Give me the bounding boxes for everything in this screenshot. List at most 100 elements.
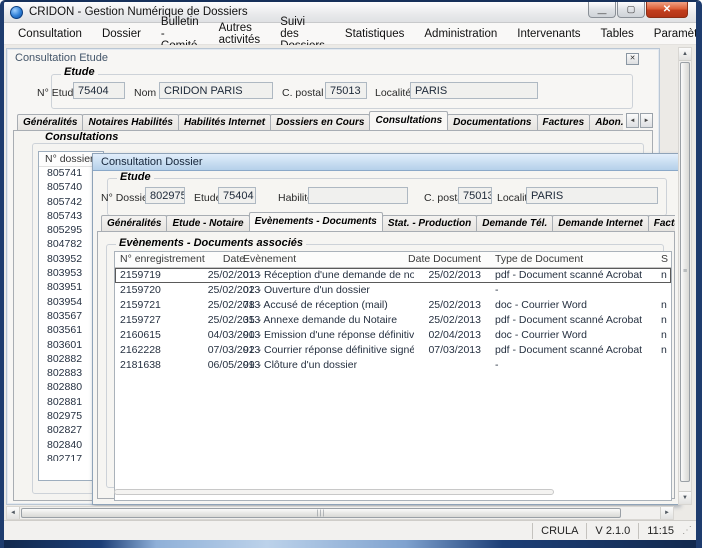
dossier-tab[interactable]: Généralités	[101, 215, 167, 231]
menu-item[interactable]: Tables	[591, 25, 644, 43]
scroll-left-icon: ◄	[10, 510, 16, 516]
events-table-header[interactable]: N° enregistrement Date Evènement Date Do…	[115, 252, 671, 268]
menu-item[interactable]: Autres activités	[209, 19, 271, 49]
cell-evenement: 01 - Réception d'une demande de notaire	[242, 269, 414, 281]
minimize-button[interactable]: —	[588, 2, 616, 18]
dossier-tab[interactable]: Demande Internet	[552, 215, 648, 231]
cell-num-enregistrement: 2159721	[120, 299, 205, 311]
consultations-group-legend: Consultations	[42, 131, 121, 143]
events-table: N° enregistrement Date Evènement Date Do…	[114, 251, 672, 501]
consultation-dossier-window: Consultation Dossier Etude N° Dossier 80…	[92, 153, 680, 505]
main-vertical-scrollbar[interactable]: ▲ ≡ ▼	[678, 47, 692, 505]
dossier-tab[interactable]: Stat. - Production	[382, 215, 477, 231]
vertical-scrollbar-thumb[interactable]: ≡	[680, 62, 690, 482]
main-window: CRIDON - Gestion Numérique de Dossiers —…	[0, 0, 702, 548]
dossier-localite-field[interactable]: PARIS	[526, 187, 658, 204]
etude-tab[interactable]: Généralités	[17, 114, 83, 130]
tab-scroll-right-button[interactable]: ►	[640, 113, 653, 128]
etude-localite-field[interactable]: PARIS	[410, 82, 538, 99]
cell-type-document: -	[495, 284, 643, 296]
col-header-clipped[interactable]: S	[645, 253, 672, 265]
table-row[interactable]: 2159720 25/02/2013 02 - Ouverture d'un d…	[115, 283, 671, 298]
dossier-tab-strip: GénéralitésEtude - NotaireEvènements - D…	[101, 212, 675, 231]
child-close-icon: ✕	[630, 55, 636, 62]
maximize-icon: ▢	[627, 4, 636, 15]
cell-date-document: 25/02/2013	[405, 269, 481, 281]
table-row[interactable]: 2181638 06/05/2013 99 - Clôture d'un dos…	[115, 358, 671, 373]
menu-item[interactable]: Statistiques	[335, 25, 414, 43]
thumb-grip-icon: |||	[317, 510, 325, 517]
table-row[interactable]: 2160615 04/03/2013 90 - Emission d'une r…	[115, 328, 671, 343]
cell-num-enregistrement: 2181638	[120, 359, 205, 371]
cell-num-enregistrement: 2162228	[120, 344, 205, 356]
col-header[interactable]: Date Document	[405, 253, 481, 265]
menu-item[interactable]: Paramètres	[644, 25, 702, 43]
etude-tab[interactable]: Abon. & Cpt	[589, 114, 623, 130]
etude-close-button[interactable]: ✕	[626, 53, 639, 65]
table-row[interactable]: 2162228 07/03/2013 92 - Courrier réponse…	[115, 343, 671, 358]
app-icon	[10, 6, 23, 19]
etude-localite-label: Localité	[375, 87, 411, 99]
cell-date-document: 02/04/2013	[405, 329, 481, 341]
maximize-button[interactable]: ▢	[617, 2, 645, 18]
cell-type-document: pdf - Document scanné Acrobat	[495, 269, 643, 281]
dossier-horizontal-scrollbar[interactable]	[114, 489, 554, 495]
menu-bar: ConsultationDossierBulletin - ComitéAutr…	[4, 23, 696, 45]
tab-scroll-left-button[interactable]: ◄	[626, 113, 639, 128]
events-group-legend: Evènements - Documents associés	[116, 237, 306, 249]
horizontal-scrollbar-thumb[interactable]: |||	[21, 508, 621, 518]
menu-item[interactable]: Intervenants	[507, 25, 590, 43]
etude-tab[interactable]: Dossiers en Cours	[270, 114, 370, 130]
num-dossier-field[interactable]: 802975	[145, 187, 185, 204]
etude-tab[interactable]: Habilités Internet	[178, 114, 271, 130]
cell-evenement: 99 - Clôture d'un dossier	[242, 359, 414, 371]
cell-clipped: n	[645, 269, 672, 281]
dossier-etude-field[interactable]: 75404	[218, 187, 256, 204]
table-row[interactable]: 2159727 25/02/2013 35 - Annexe demande d…	[115, 313, 671, 328]
dossier-tab[interactable]: Etude - Notaire	[166, 215, 249, 231]
cell-clipped: n	[645, 299, 672, 311]
tab-scroll-buttons: ◄ ►	[625, 113, 653, 128]
scroll-down-button[interactable]: ▼	[679, 491, 691, 504]
cell-type-document: doc - Courrier Word	[495, 299, 643, 311]
scroll-down-icon: ▼	[682, 495, 688, 501]
table-row[interactable]: 2159719 25/02/2013 01 - Réception d'une …	[115, 268, 671, 283]
resize-grip-icon[interactable]: ⋰	[682, 523, 696, 539]
cell-clipped: n	[645, 329, 672, 341]
thumb-grip-icon: ≡	[683, 270, 687, 274]
menu-item[interactable]: Administration	[414, 25, 507, 43]
cell-num-enregistrement: 2159720	[120, 284, 205, 296]
menu-item[interactable]: Consultation	[8, 25, 92, 43]
dossier-tab[interactable]: Evènements - Documents	[249, 212, 383, 231]
table-row[interactable]: 2159721 25/02/2013 78 - Accusé de récept…	[115, 298, 671, 313]
cell-evenement: 92 - Courrier réponse définitive signée	[242, 344, 414, 356]
col-header[interactable]: Type de Document	[495, 253, 643, 265]
scroll-right-button[interactable]: ►	[660, 507, 673, 519]
scroll-left-button[interactable]: ◄	[7, 507, 20, 519]
scroll-up-icon: ▲	[682, 51, 688, 57]
tab-scroll-right-icon: ►	[644, 118, 650, 124]
etude-tab[interactable]: Factures	[537, 114, 591, 130]
etude-tab[interactable]: Consultations	[369, 111, 448, 130]
nom-field[interactable]: CRIDON PARIS	[159, 82, 273, 99]
habilite-field[interactable]	[308, 187, 408, 204]
close-button[interactable]: ✕	[646, 2, 688, 18]
status-version: V 2.1.0	[586, 523, 638, 539]
etude-tab[interactable]: Documentations	[447, 114, 537, 130]
close-icon: ✕	[663, 4, 671, 15]
dossier-tab[interactable]: Demande Tél.	[476, 215, 553, 231]
dossier-window-titlebar[interactable]: Consultation Dossier	[93, 154, 679, 171]
dossier-tab[interactable]: Factures	[648, 215, 675, 231]
etude-window-title: Consultation Etude	[15, 52, 108, 64]
menu-item[interactable]: Dossier	[92, 25, 151, 43]
dossier-cp-field[interactable]: 75013	[458, 187, 492, 204]
num-etude-field[interactable]: 75404	[73, 82, 125, 99]
col-header[interactable]: N° enregistrement	[120, 253, 205, 265]
dossier-tab-panel: Evènements - Documents associés N° enreg…	[97, 231, 675, 499]
etude-tab[interactable]: Notaires Habilités	[82, 114, 178, 130]
scroll-up-button[interactable]: ▲	[679, 48, 691, 61]
etude-cp-field[interactable]: 75013	[325, 82, 367, 99]
status-bar: CRULA V 2.1.0 11:15 ⋰	[4, 520, 696, 540]
main-horizontal-scrollbar[interactable]: ◄ ||| ►	[6, 506, 674, 520]
col-header[interactable]: Evènement	[242, 253, 414, 265]
